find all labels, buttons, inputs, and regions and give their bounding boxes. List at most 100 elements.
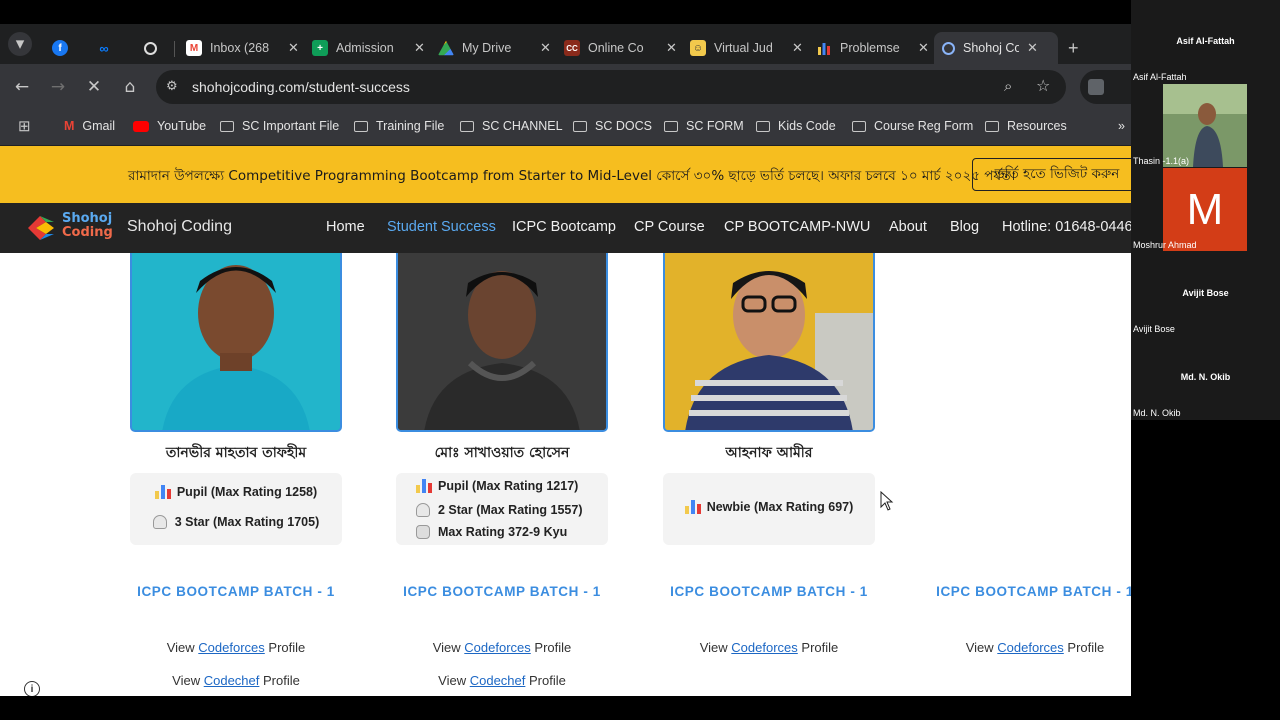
brand-name[interactable]: Shohoj Coding <box>127 218 232 236</box>
bookmark-folder[interactable]: Training File <box>354 119 444 133</box>
close-icon[interactable]: ✕ <box>792 40 803 56</box>
participant-avatar: M <box>1163 168 1247 251</box>
rating-line: 2 Star (Max Rating 1557) <box>396 503 608 517</box>
nav-home[interactable]: Home <box>326 219 365 235</box>
nav-blog[interactable]: Blog <box>950 219 979 235</box>
participant-tile-name: Asif Al-Fattah <box>1176 36 1235 46</box>
extension-icon[interactable] <box>1088 79 1104 95</box>
bookmark-folder[interactable]: Course Reg Form <box>852 119 973 133</box>
rating-text: Newbie (Max Rating 697) <box>706 500 854 514</box>
site-info-icon[interactable]: ⚙ <box>166 79 178 94</box>
nav-cp-course[interactable]: CP Course <box>634 219 705 235</box>
student-photo <box>396 253 608 432</box>
chart-icon <box>816 40 832 56</box>
folder-icon <box>354 120 368 132</box>
site-logo[interactable]: Shohoj Coding <box>24 211 114 245</box>
tab-sheets[interactable]: + Admission ✕ <box>312 32 425 64</box>
info-icon[interactable]: i <box>24 681 40 696</box>
bookmark-star-icon[interactable]: ☆ <box>1036 76 1050 95</box>
close-icon[interactable]: ✕ <box>1027 40 1038 56</box>
zoom-icon[interactable]: ⌕ <box>1004 77 1012 95</box>
url-text[interactable]: shohojcoding.com/student-success <box>192 79 410 95</box>
tab-strip: ▾ f ∞ M Inbox (268 ✕ + Admission ✕ My Dr… <box>0 24 1131 64</box>
bookmark-folder[interactable]: SC FORM <box>664 119 744 133</box>
codeforces-profile-link[interactable]: Codeforces <box>198 640 264 655</box>
bookmark-folder[interactable]: Kids Code <box>756 119 836 133</box>
rating-text: Pupil (Max Rating 1258) <box>176 485 318 499</box>
bookmark-label: YouTube <box>157 119 207 133</box>
rating-line: 3 Star (Max Rating 1705) <box>130 515 342 529</box>
tab-shohoj-coding-active[interactable]: Shohoj Co ✕ <box>934 32 1058 64</box>
tab-title: Inbox (268 <box>210 41 270 55</box>
promo-visit-button[interactable]: ভর্তি হতে ভিজিট করুন <box>972 158 1131 191</box>
codeforces-profile-link[interactable]: Codeforces <box>731 640 797 655</box>
codechef-profile-link[interactable]: Codechef <box>470 673 526 688</box>
nav-hotline[interactable]: Hotline: 01648-0446 <box>1002 219 1131 235</box>
codeforces-icon <box>684 500 701 514</box>
close-icon[interactable]: ✕ <box>666 40 677 56</box>
sheets-icon: + <box>312 40 328 56</box>
tab-meta[interactable]: ∞ <box>96 32 120 64</box>
facebook-icon: f <box>52 40 68 56</box>
folder-icon <box>985 120 999 132</box>
folder-icon <box>852 120 866 132</box>
home-icon[interactable]: ⌂ <box>118 75 142 99</box>
tab-facebook[interactable]: f <box>52 32 76 64</box>
nav-cp-bootcamp-nwu[interactable]: CP BOOTCAMP-NWU <box>724 219 870 235</box>
tab-search-icon[interactable]: ▾ <box>8 32 32 56</box>
codeforces-profile-link[interactable]: Codeforces <box>464 640 530 655</box>
close-icon[interactable]: ✕ <box>540 40 551 56</box>
meta-icon: ∞ <box>99 40 109 56</box>
bookmark-youtube[interactable]: YouTube <box>133 119 206 133</box>
more-bookmarks-icon[interactable]: » <box>1118 119 1125 133</box>
folder-icon <box>664 120 678 132</box>
openai-icon <box>144 41 157 55</box>
bookmark-folder[interactable]: SC DOCS <box>573 119 652 133</box>
bookmark-label: Resources <box>1007 119 1067 133</box>
bookmark-label: Course Reg Form <box>874 119 974 133</box>
student-name: মোঃ সাখাওয়াত হোসেন <box>434 445 570 461</box>
tab-online-code[interactable]: CC Online Co ✕ <box>564 32 677 64</box>
bookmark-folder[interactable]: SC CHANNEL <box>460 119 563 133</box>
rating-text: Max Rating 372-9 Kyu <box>438 525 568 539</box>
codechef-profile-link[interactable]: Codechef <box>204 673 260 688</box>
tab-openai[interactable] <box>144 32 165 64</box>
browser-window: ▾ f ∞ M Inbox (268 ✕ + Admission ✕ My Dr… <box>0 24 1131 696</box>
mouse-cursor-icon <box>880 491 894 511</box>
profile-word: Profile <box>529 673 566 688</box>
person-photo-illustration <box>398 253 606 430</box>
close-icon[interactable]: ✕ <box>288 40 299 56</box>
rating-line: Pupil (Max Rating 1217) <box>396 479 608 493</box>
tab-virtual-judge[interactable]: ☺ Virtual Jud ✕ <box>690 32 803 64</box>
batch-label: ICPC BOOTCAMP BATCH - 1 <box>936 584 1131 599</box>
gmail-icon: M <box>186 40 202 56</box>
rating-line: Pupil (Max Rating 1258) <box>130 485 342 499</box>
logo-mark-icon <box>28 216 54 240</box>
forward-arrow-icon[interactable]: → <box>46 75 70 99</box>
codeforces-profile-line: View Codeforces Profile <box>396 640 608 655</box>
nav-about[interactable]: About <box>889 219 927 235</box>
nav-student-success[interactable]: Student Success <box>387 219 496 235</box>
stop-loading-icon[interactable]: ✕ <box>82 75 106 99</box>
vj-icon: ☺ <box>690 40 706 56</box>
codechef-profile-line: View Codechef Profile <box>396 673 608 688</box>
codechef-icon <box>416 525 430 539</box>
new-tab-button[interactable]: + <box>1068 32 1079 64</box>
codeforces-profile-line: View Codeforces Profile <box>929 640 1131 655</box>
apps-grid-icon[interactable]: ⊞ <box>18 117 31 135</box>
bookmark-folder[interactable]: SC Important File <box>220 119 339 133</box>
address-bar[interactable]: ⚙ shohojcoding.com/student-success ⌕ ☆ <box>156 70 1066 104</box>
tab-title: My Drive <box>462 41 512 55</box>
tab-gmail[interactable]: M Inbox (268 ✕ <box>186 32 299 64</box>
tab-problemset[interactable]: Problemse ✕ <box>816 32 929 64</box>
back-arrow-icon[interactable]: ← <box>10 75 34 99</box>
close-icon[interactable]: ✕ <box>414 40 425 56</box>
bookmark-gmail[interactable]: M Gmail <box>64 119 115 133</box>
close-icon[interactable]: ✕ <box>918 40 929 56</box>
bookmark-folder[interactable]: Resources <box>985 119 1067 133</box>
codeforces-profile-link[interactable]: Codeforces <box>997 640 1063 655</box>
profile-word: Profile <box>263 673 300 688</box>
view-word: View <box>166 640 195 655</box>
nav-icpc-bootcamp[interactable]: ICPC Bootcamp <box>512 219 616 235</box>
tab-drive[interactable]: My Drive ✕ <box>438 32 551 64</box>
